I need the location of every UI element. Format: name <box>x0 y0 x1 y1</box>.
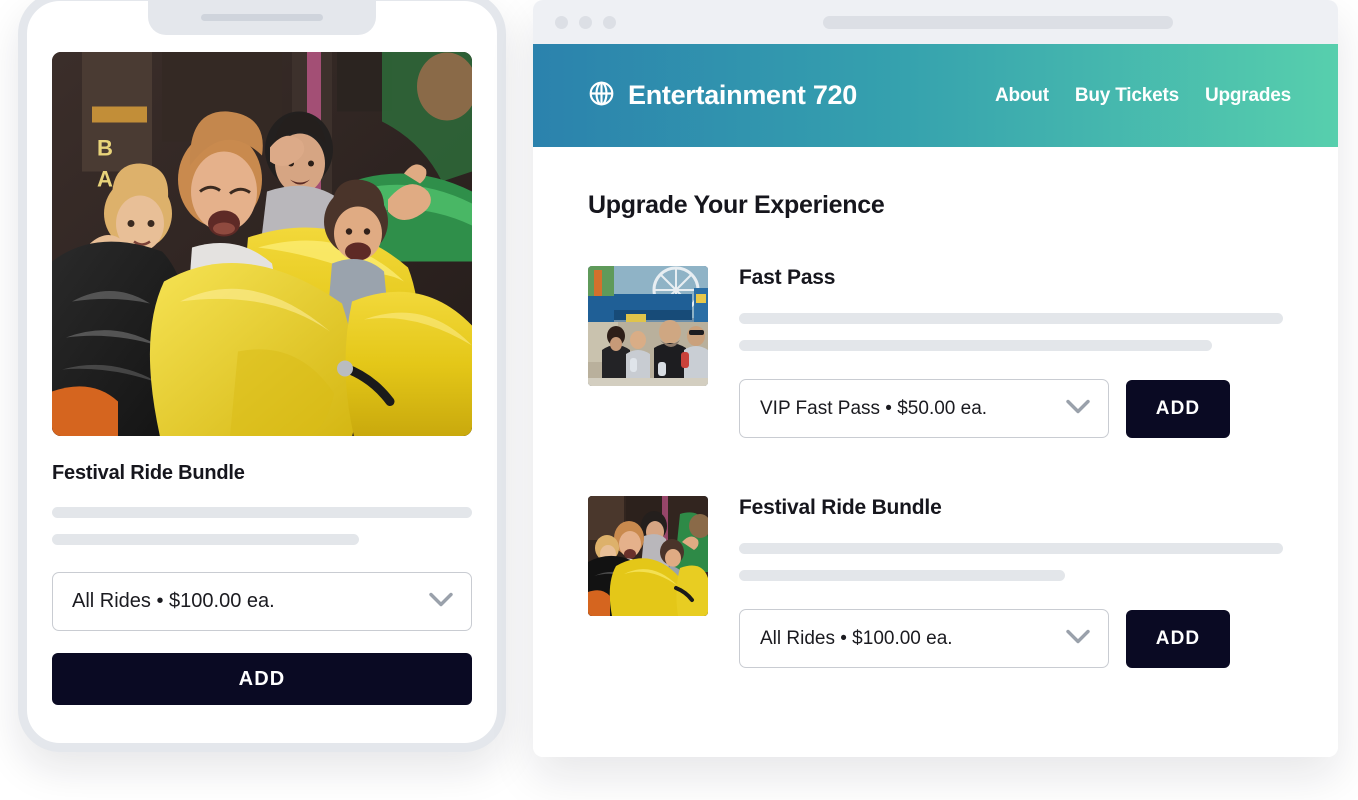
close-dot-icon[interactable] <box>555 15 568 29</box>
phone-mockup: B A Festival Ride Bundle All Rides • $10… <box>18 0 506 752</box>
nav-link-buy-tickets[interactable]: Buy Tickets <box>1075 85 1179 107</box>
chevron-down-icon <box>1066 399 1090 418</box>
nav-link-upgrades[interactable]: Upgrades <box>1205 85 1291 107</box>
phone-variant-select[interactable]: All Rides • $100.00 ea. <box>52 572 472 631</box>
hero-image: B A <box>52 52 472 436</box>
product-row-festival-ride-bundle: Festival Ride Bundle All Rides • $100.00… <box>588 496 1283 668</box>
product-row-fast-pass: Fast Pass VIP Fast Pass • $50.00 ea. ADD <box>588 266 1283 438</box>
chevron-down-icon <box>1066 629 1090 648</box>
svg-text:B: B <box>97 136 113 161</box>
product-thumbnail[interactable] <box>588 266 708 386</box>
phone-add-button[interactable]: ADD <box>52 653 472 705</box>
minimize-dot-icon[interactable] <box>579 15 592 29</box>
window-controls <box>555 15 616 29</box>
browser-chrome-bar <box>533 0 1338 44</box>
brand-logo[interactable]: Entertainment 720 <box>588 80 857 112</box>
page-title: Upgrade Your Experience <box>588 191 885 219</box>
description-skeleton-line-1 <box>739 543 1283 554</box>
maximize-dot-icon[interactable] <box>603 15 616 29</box>
site-content: Upgrade Your Experience Fast Pass VIP Fa… <box>533 147 1338 757</box>
product-actions: VIP Fast Pass • $50.00 ea. ADD <box>739 379 1283 438</box>
variant-select-value: VIP Fast Pass • $50.00 ea. <box>760 397 988 419</box>
phone-product-title: Festival Ride Bundle <box>52 462 245 484</box>
chevron-down-icon <box>429 592 453 611</box>
product-thumbnail[interactable] <box>588 496 708 616</box>
product-details: Fast Pass VIP Fast Pass • $50.00 ea. ADD <box>739 266 1283 438</box>
description-skeleton-line-2 <box>739 340 1213 351</box>
svg-text:A: A <box>97 167 113 192</box>
phone-screen: B A Festival Ride Bundle All Rides • $10… <box>27 1 497 743</box>
variant-select-value: All Rides • $100.00 ea. <box>760 627 953 649</box>
browser-mockup: Entertainment 720 About Buy Tickets Upgr… <box>533 0 1338 757</box>
site-header: Entertainment 720 About Buy Tickets Upgr… <box>533 44 1338 147</box>
product-details: Festival Ride Bundle All Rides • $100.00… <box>739 496 1283 668</box>
nav-link-about[interactable]: About <box>995 85 1049 107</box>
url-bar[interactable] <box>823 15 1173 29</box>
add-button-festival-ride-bundle[interactable]: ADD <box>1126 609 1230 668</box>
description-skeleton-line-2 <box>739 570 1066 581</box>
add-button-fast-pass[interactable]: ADD <box>1126 379 1230 438</box>
variant-select-festival-ride-bundle[interactable]: All Rides • $100.00 ea. <box>739 609 1109 668</box>
phone-variant-select-value: All Rides • $100.00 ea. <box>72 590 275 612</box>
amusement-park-crowd-photo <box>588 266 708 386</box>
site-nav: About Buy Tickets Upgrades <box>995 85 1291 107</box>
product-title: Festival Ride Bundle <box>739 496 942 519</box>
screenshot-stage: B A Festival Ride Bundle All Rides • $10… <box>0 0 1358 800</box>
globe-icon <box>588 80 615 112</box>
product-actions: All Rides • $100.00 ea. ADD <box>739 609 1283 668</box>
product-title: Fast Pass <box>739 266 836 289</box>
roller-coaster-photo: B A <box>52 52 472 436</box>
brand-name: Entertainment 720 <box>628 80 857 110</box>
description-skeleton-line-2 <box>52 534 359 545</box>
description-skeleton-line-1 <box>739 313 1283 324</box>
variant-select-fast-pass[interactable]: VIP Fast Pass • $50.00 ea. <box>739 379 1109 438</box>
roller-coaster-photo <box>588 496 708 616</box>
description-skeleton-line-1 <box>52 507 472 518</box>
